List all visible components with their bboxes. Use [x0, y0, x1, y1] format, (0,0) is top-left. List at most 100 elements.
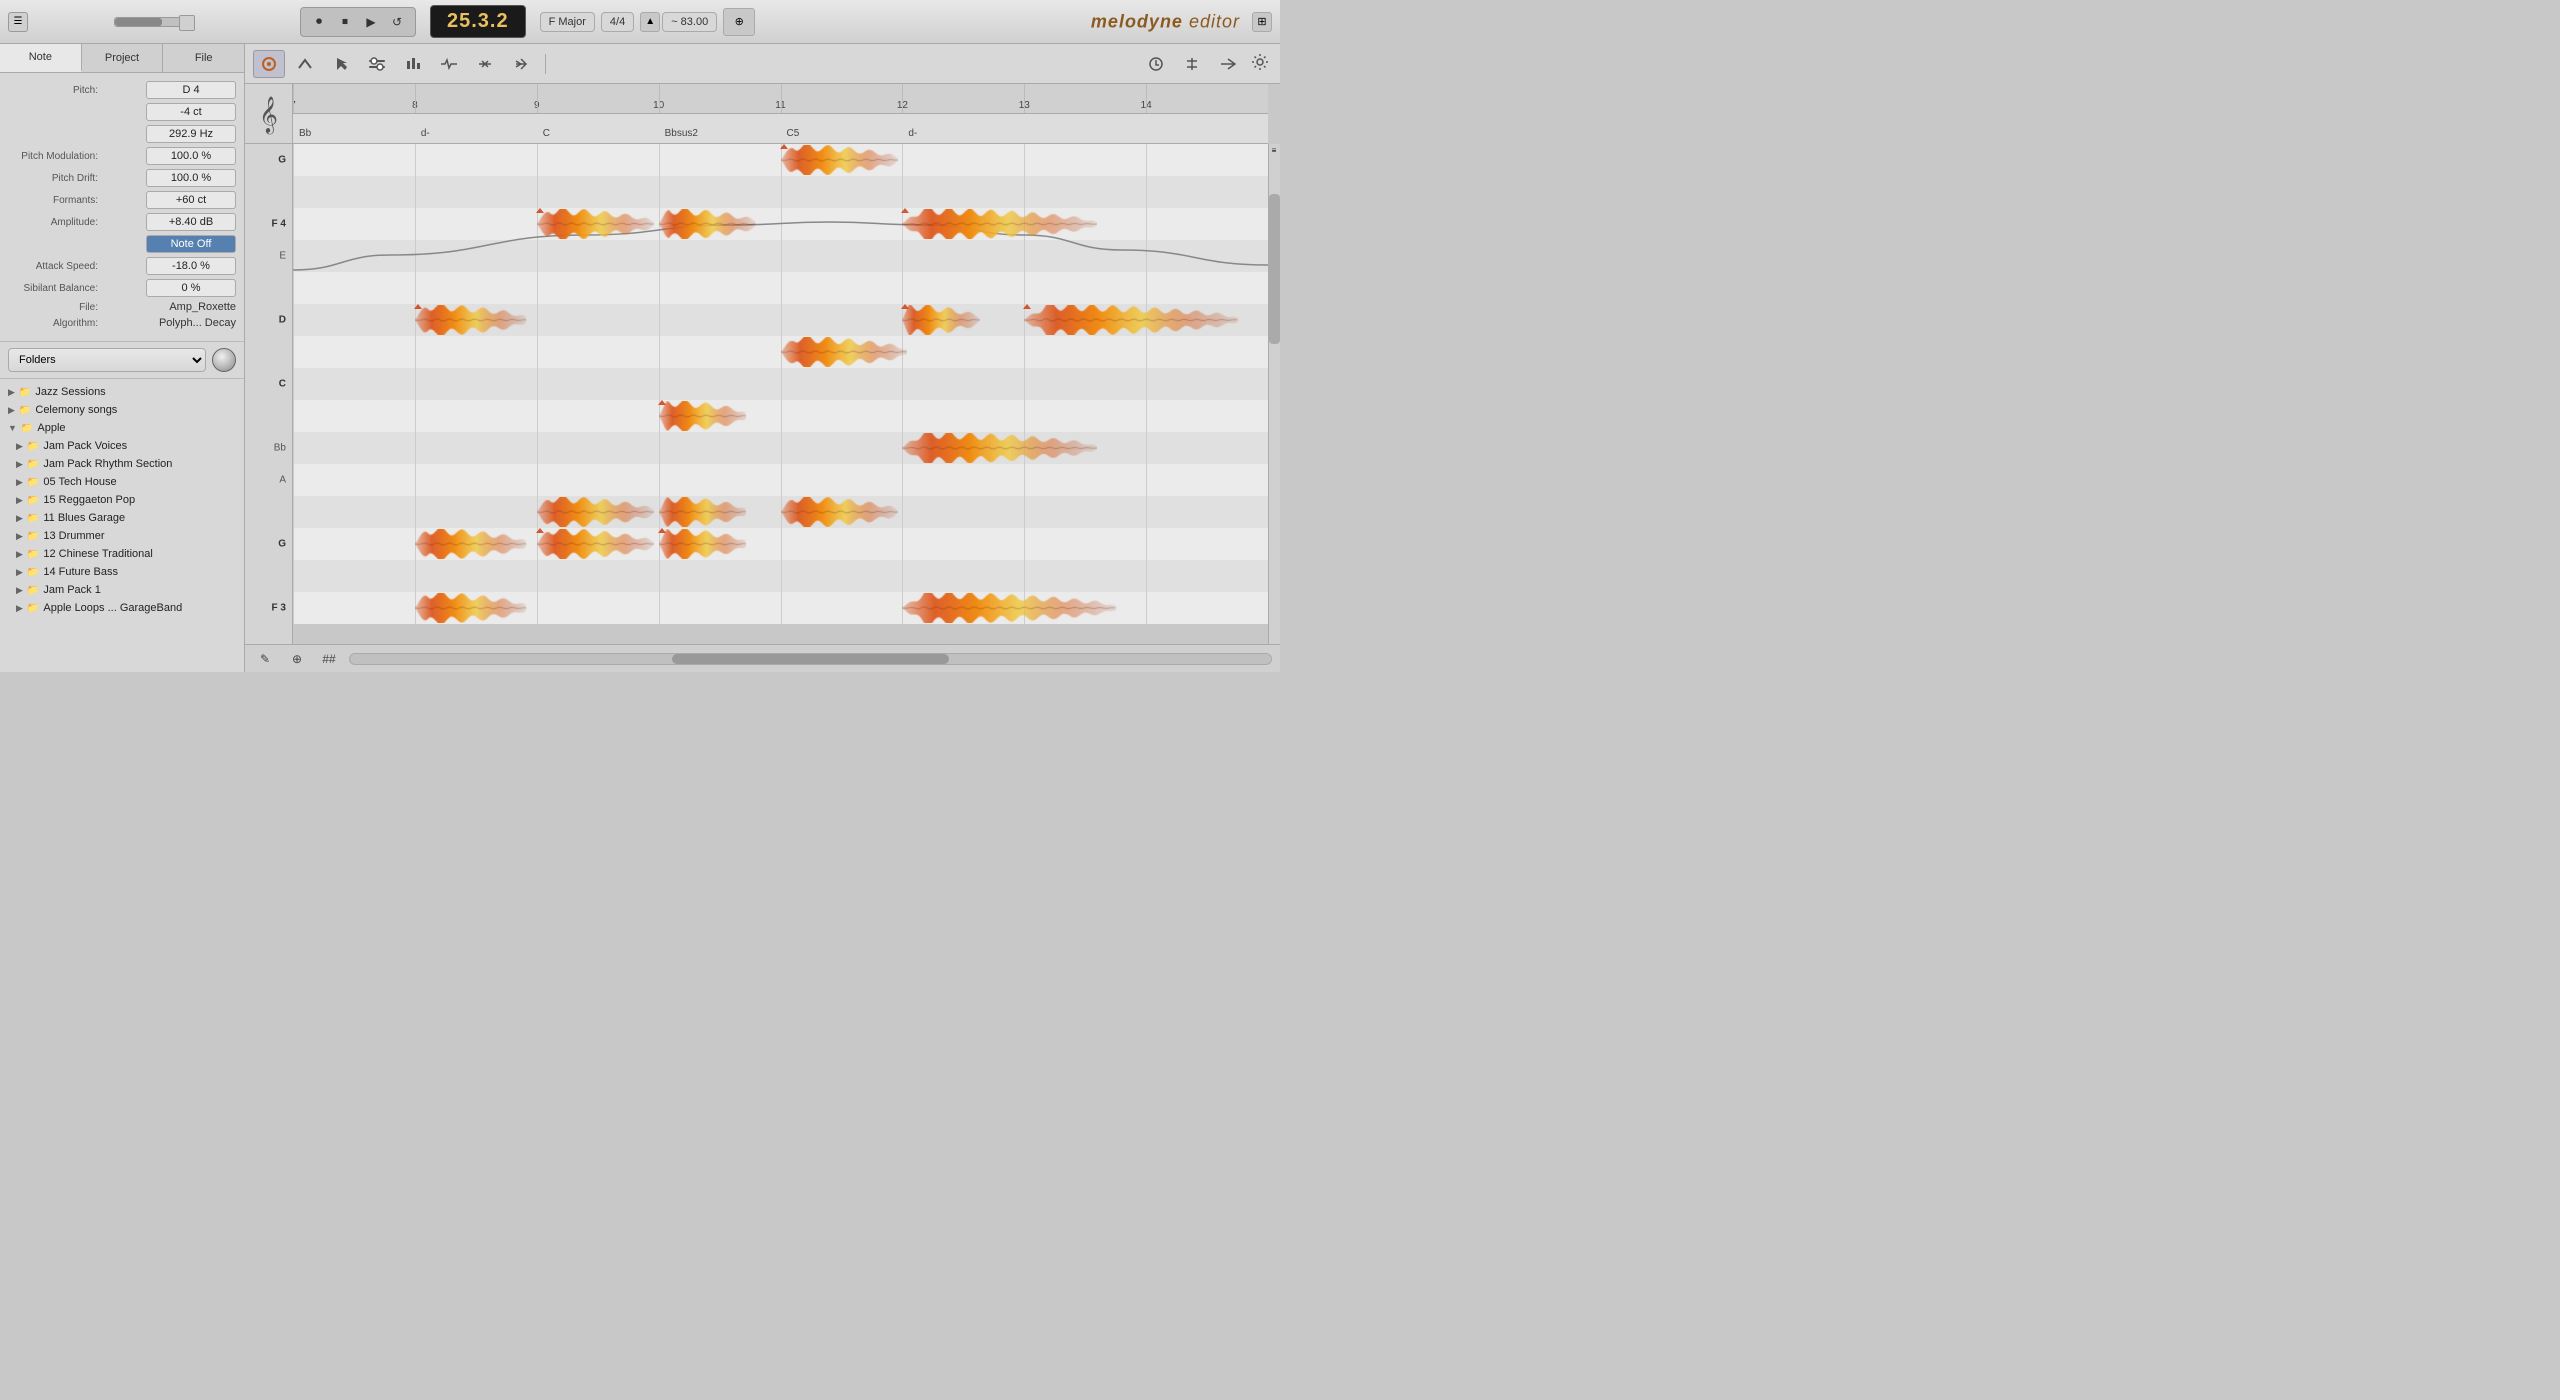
note-blob[interactable]: [781, 145, 898, 175]
note-grid[interactable]: [293, 144, 1268, 624]
folder-name: Celemony songs: [35, 404, 117, 416]
fullscreen-button[interactable]: ⊞: [1252, 12, 1272, 32]
note-blob[interactable]: [1024, 305, 1239, 335]
note-blob[interactable]: [537, 209, 654, 239]
folder-arrow-icon: ▼: [8, 423, 17, 433]
folder-item[interactable]: ▶ 📁 05 Tech House: [0, 473, 244, 491]
folder-header: Folders: [0, 342, 244, 379]
folder-name: Jam Pack 1: [43, 584, 100, 596]
folder-arrow-icon: ▶: [16, 567, 23, 578]
horizontal-scrollbar-thumb[interactable]: [672, 654, 948, 664]
folder-item[interactable]: ▶ 📁 Jam Pack Rhythm Section: [0, 455, 244, 473]
settings-gear[interactable]: [1248, 50, 1272, 74]
pitch-mod-label: Pitch Modulation:: [8, 151, 98, 162]
play-button[interactable]: ▶: [359, 10, 383, 34]
note-blob[interactable]: [781, 497, 898, 527]
status-grid-tool[interactable]: ##: [317, 649, 341, 669]
pitch-value[interactable]: D 4: [146, 81, 236, 99]
pitch-drift-row: Pitch Drift: 100.0 %: [8, 169, 236, 187]
status-draw-tool[interactable]: ✎: [253, 649, 277, 669]
tab-file[interactable]: File: [163, 44, 244, 72]
note-blob[interactable]: [659, 209, 757, 239]
algorithm-row: Algorithm: Polyph... Decay: [8, 317, 236, 329]
horizontal-scrollbar[interactable]: [349, 653, 1272, 665]
folder-icon: 📁: [27, 531, 39, 542]
record-button[interactable]: ⏺: [307, 10, 331, 34]
sidebar-toggle[interactable]: ☰: [8, 12, 28, 32]
vertical-scrollbar-thumb[interactable]: [1269, 194, 1280, 344]
note-blob[interactable]: [902, 305, 980, 335]
tool-pitch[interactable]: [289, 50, 321, 78]
transport-controls: ⏺ ⏹ ▶ ↺: [300, 7, 416, 37]
note-blob[interactable]: [902, 593, 1117, 623]
tool-quantize[interactable]: [1140, 50, 1172, 78]
folder-item[interactable]: ▶ 📁 Apple Loops ... GarageBand: [0, 599, 244, 617]
folder-item[interactable]: ▶ 📁 Celemony songs: [0, 401, 244, 419]
folder-item[interactable]: ▶ 📁 13 Drummer: [0, 527, 244, 545]
tool-amp[interactable]: [397, 50, 429, 78]
pitch-drift-value[interactable]: 100.0 %: [146, 169, 236, 187]
folder-item[interactable]: ▶ 📁 11 Blues Garage: [0, 509, 244, 527]
tool-note[interactable]: [505, 50, 537, 78]
note-grid-container[interactable]: 7891011121314 Bbd-CBbsus2C5d- ≡: [293, 84, 1280, 644]
chord-label: d-: [421, 128, 430, 139]
loop-button[interactable]: ↺: [385, 10, 409, 34]
folder-item[interactable]: ▶ 📁 14 Future Bass: [0, 563, 244, 581]
note-blob[interactable]: [902, 433, 1097, 463]
left-panel: Note Project File Pitch: D 4 -4 ct 292.9…: [0, 44, 245, 672]
folder-knob[interactable]: [212, 348, 236, 372]
sibilant-value[interactable]: 0 %: [146, 279, 236, 297]
status-add-tool[interactable]: ⊕: [285, 649, 309, 669]
pitch-deviation-marker: [536, 208, 544, 213]
folder-item[interactable]: ▶ 📁 Jam Pack Voices: [0, 437, 244, 455]
folder-icon: 📁: [27, 603, 39, 614]
attack-value[interactable]: -18.0 %: [146, 257, 236, 275]
time-signature[interactable]: 4/4: [601, 12, 634, 32]
note-blob[interactable]: [902, 209, 1097, 239]
folder-item[interactable]: ▶ 📁 Jazz Sessions: [0, 383, 244, 401]
progress-bar[interactable]: [114, 17, 194, 27]
note-blob[interactable]: [659, 529, 747, 559]
tool-pitch-snap[interactable]: [361, 50, 393, 78]
folder-item[interactable]: ▶ 📁 Jam Pack 1: [0, 581, 244, 599]
note-blob[interactable]: [781, 337, 908, 367]
stop-button[interactable]: ⏹: [333, 10, 357, 34]
tab-note[interactable]: Note: [0, 44, 82, 72]
note-blob[interactable]: [415, 305, 527, 335]
tool-cursor[interactable]: [325, 50, 357, 78]
note-off-button[interactable]: Note Off: [146, 235, 236, 253]
note-blob[interactable]: [537, 529, 654, 559]
note-blob[interactable]: [415, 593, 527, 623]
tool-time[interactable]: [469, 50, 501, 78]
vertical-scrollbar[interactable]: ≡: [1268, 144, 1280, 644]
window-controls: ☰: [8, 12, 28, 32]
tool-center[interactable]: [1176, 50, 1208, 78]
note-blob[interactable]: [659, 401, 747, 431]
top-bar: ☰ ⏺ ⏹ ▶ ↺ 25.3.2 F Major 4/4 ▲ ~ 83.00 ⊕…: [0, 0, 1280, 44]
tool-formant[interactable]: [433, 50, 465, 78]
chord-label: C: [543, 128, 550, 139]
pitch-ruler-top: 𝄞: [245, 84, 292, 144]
cents-value[interactable]: -4 ct: [146, 103, 236, 121]
folder-dropdown[interactable]: Folders: [8, 348, 206, 372]
folder-item[interactable]: ▶ 📁 15 Reggaeton Pop: [0, 491, 244, 509]
formants-value[interactable]: +60 ct: [146, 191, 236, 209]
amplitude-value[interactable]: +8.40 dB: [146, 213, 236, 231]
hz-value[interactable]: 292.9 Hz: [146, 125, 236, 143]
key-display[interactable]: F Major: [540, 12, 595, 32]
formants-label: Formants:: [8, 195, 98, 206]
tempo-display[interactable]: ~ 83.00: [662, 12, 717, 32]
pitch-mod-value[interactable]: 100.0 %: [146, 147, 236, 165]
tool-select[interactable]: [253, 50, 285, 78]
folder-item[interactable]: ▼ 📁 Apple: [0, 419, 244, 437]
note-blob[interactable]: [537, 497, 654, 527]
folder-icon: 📁: [27, 477, 39, 488]
tempo-up[interactable]: ▲: [640, 12, 660, 32]
metronome-button[interactable]: ⊕: [723, 8, 755, 36]
tool-bar: [245, 44, 1280, 84]
tab-project[interactable]: Project: [82, 44, 164, 72]
tool-spread[interactable]: [1212, 50, 1244, 78]
note-blob[interactable]: [659, 497, 747, 527]
note-blob[interactable]: [415, 529, 527, 559]
folder-item[interactable]: ▶ 📁 12 Chinese Traditional: [0, 545, 244, 563]
